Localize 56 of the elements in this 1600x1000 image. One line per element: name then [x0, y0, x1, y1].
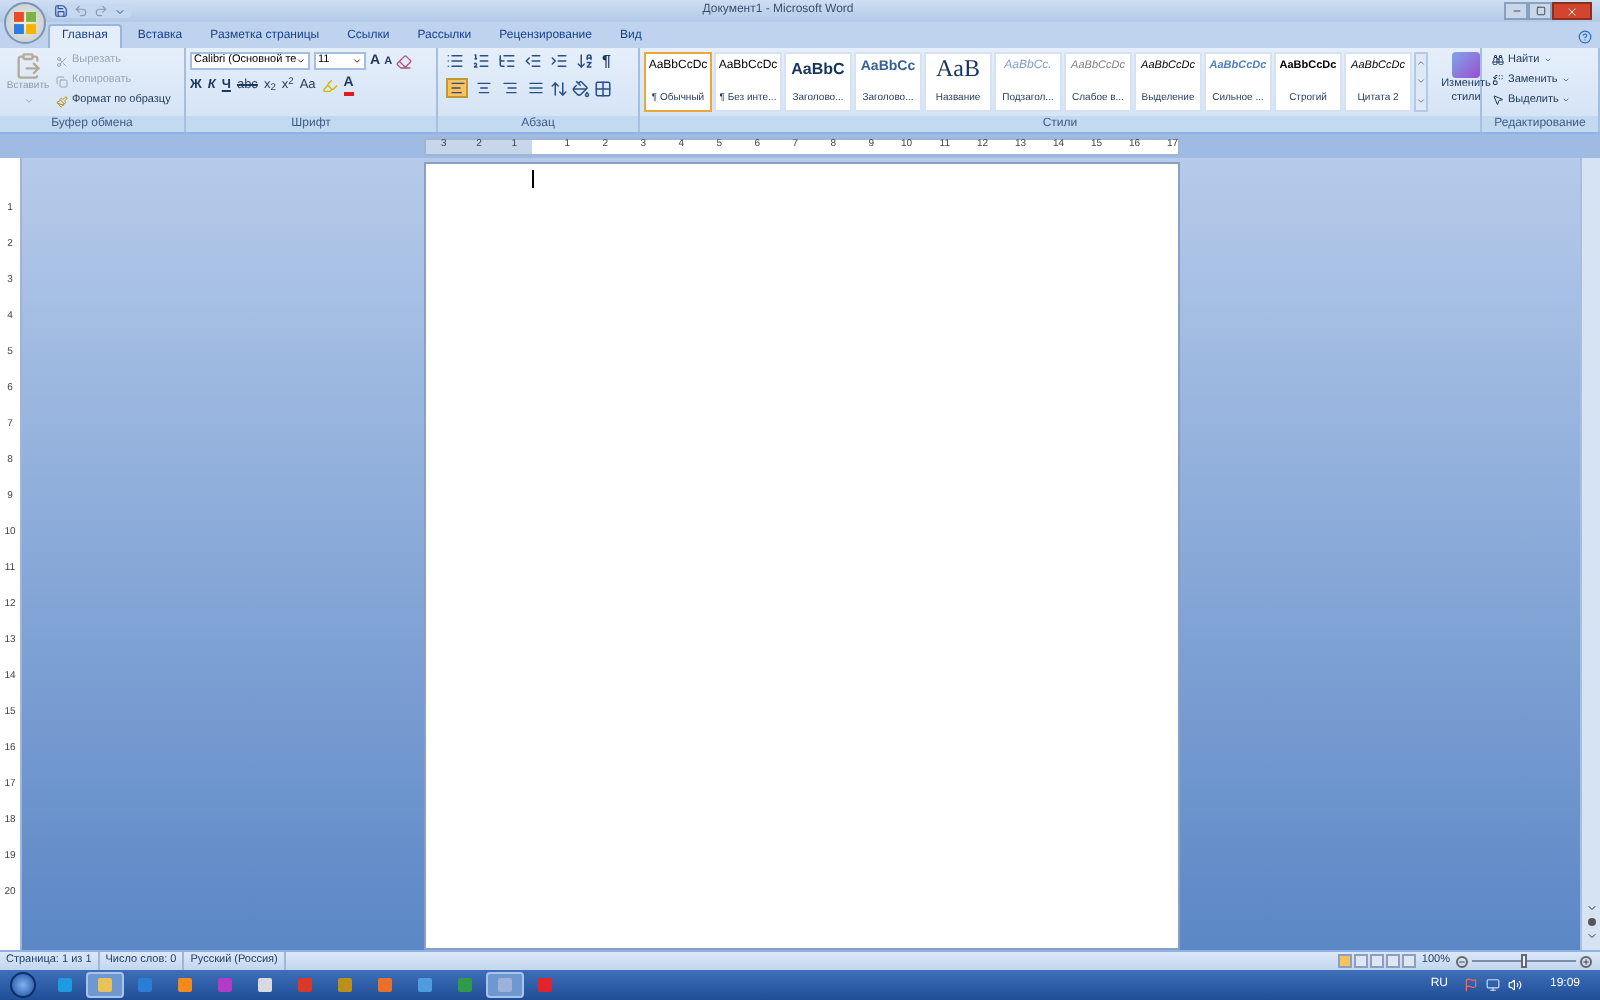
close-icon: [1566, 5, 1578, 17]
gallery-scrollbar[interactable]: [1414, 52, 1428, 112]
caret-icon: [352, 56, 362, 66]
align-button[interactable]: [472, 78, 494, 98]
replace-icon: [1492, 74, 1504, 86]
sort-icon: [576, 52, 594, 70]
scissors-icon: [56, 55, 68, 67]
save-icon: [54, 4, 68, 18]
text-cursor: [532, 170, 534, 188]
outdent-icon: [524, 52, 542, 70]
minimize-icon: [1511, 6, 1521, 16]
borders-icon: [594, 79, 612, 97]
binoculars-icon: [1492, 54, 1504, 66]
zoom-slider-thumb[interactable]: [1521, 954, 1527, 968]
eraser-icon: [396, 53, 413, 69]
bullet-list-icon: [446, 52, 464, 70]
pointer-icon: [1492, 94, 1504, 106]
office-logo-icon: [14, 12, 36, 34]
help-icon: [1578, 30, 1592, 44]
maximize-button[interactable]: [1528, 2, 1552, 20]
align-icon: [475, 80, 491, 96]
close-button[interactable]: [1552, 2, 1592, 20]
shading-icon: [572, 79, 590, 97]
align-button[interactable]: [524, 78, 546, 98]
speaker-icon: [1507, 978, 1522, 992]
indent-icon: [550, 52, 568, 70]
plus-icon: [1582, 957, 1590, 965]
highlighter-icon: [321, 78, 338, 94]
paintbrush-icon: [56, 95, 68, 107]
align-icon: [527, 80, 543, 96]
undo-icon: [74, 4, 88, 18]
caret-icon: [296, 56, 306, 66]
minimize-button[interactable]: [1504, 2, 1528, 20]
clipboard-icon: [14, 52, 42, 80]
numbered-list-icon: [472, 52, 490, 70]
align-icon: [449, 80, 465, 96]
copy-icon: [56, 75, 68, 87]
multilevel-list-icon: [498, 52, 516, 70]
monitor-icon: [1485, 978, 1500, 992]
caret-icon: [114, 5, 126, 17]
flag-icon: [1463, 978, 1478, 992]
styles-icon: [1452, 52, 1480, 78]
browse-object-icon[interactable]: [1587, 918, 1595, 926]
redo-icon: [94, 4, 108, 18]
zoom-out-button[interactable]: [1456, 955, 1468, 967]
align-icon: [501, 80, 517, 96]
minus-icon: [1458, 957, 1466, 965]
start-button[interactable]: [10, 972, 36, 998]
caret-icon: [23, 95, 33, 105]
vertical-scrollbar[interactable]: [1580, 158, 1600, 950]
align-button[interactable]: [446, 78, 468, 98]
pilcrow-button[interactable]: ¶: [602, 52, 611, 70]
maximize-icon: [1535, 6, 1545, 16]
line-spacing-icon: [550, 79, 568, 97]
align-button[interactable]: [498, 78, 520, 98]
zoom-in-button[interactable]: [1580, 955, 1592, 967]
